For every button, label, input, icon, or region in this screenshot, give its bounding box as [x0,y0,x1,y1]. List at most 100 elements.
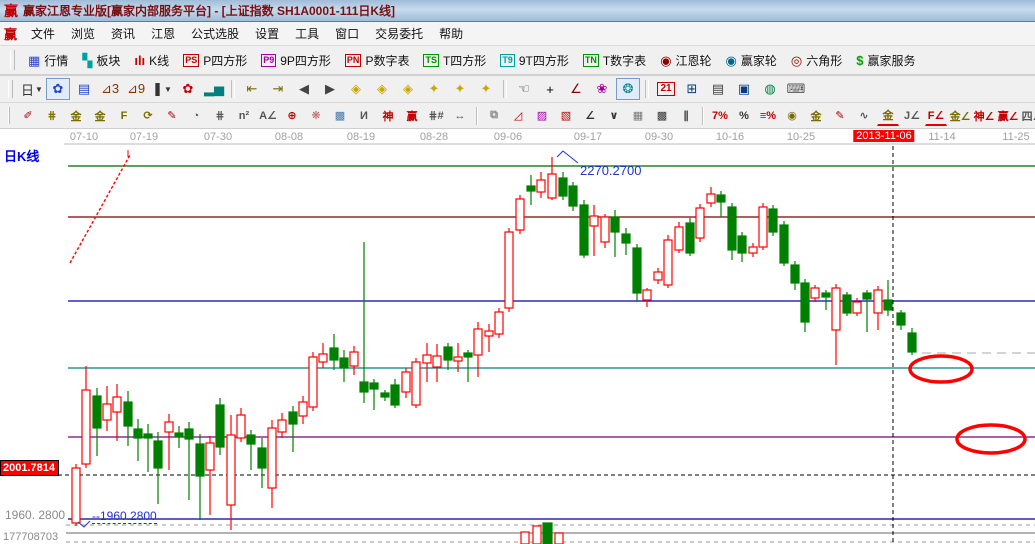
a-angle-icon[interactable]: A∠ [257,106,279,126]
save-icon[interactable]: ▣ [732,78,756,100]
pen-ruler-icon[interactable]: ✎ [161,106,183,126]
menu-item-6[interactable]: 工具 [287,22,327,45]
calendar-icon[interactable]: 21 [654,78,678,100]
candle-style-dropdown[interactable]: ❚▼ [150,78,174,100]
menu-item-0[interactable]: 文件 [23,22,63,45]
gold-ruler1-icon[interactable]: 金 [65,106,87,126]
win-angle-icon[interactable]: 赢∠ [997,106,1019,126]
fan-box-icon[interactable]: ▨ [531,106,553,126]
pen-lines-icon[interactable]: ✎ [829,106,851,126]
parallel-lines-icon[interactable]: ∥ [675,106,697,126]
menu-item-1[interactable]: 浏览 [63,22,103,45]
target-circle-icon[interactable]: ⊕ [281,106,303,126]
period-day-dropdown[interactable]: 日▼ [20,78,44,100]
chart-drawing-layer[interactable] [0,129,1035,544]
crosshair-icon[interactable]: + [538,78,562,100]
menu-item-3[interactable]: 江恩 [143,22,183,45]
box-lines-icon[interactable]: ▧ [555,106,577,126]
sectors-button[interactable]: ▚板块 [75,50,127,71]
winner-wheel-button[interactable]: ◉赢家轮 [719,50,784,71]
seven-percent-icon[interactable]: 7% [709,106,731,126]
app-window: 赢 赢家江恩专业版[赢家内部服务平台] - [上证指数 SH1A0001-111… [0,0,1035,544]
info-doc-icon[interactable]: ▤ [72,78,96,100]
f-angle-icon[interactable]: F∠ [925,105,947,126]
web-box-icon[interactable]: ▩ [329,106,351,126]
measure-span-icon[interactable]: ↔ [449,106,471,126]
j-angle-icon[interactable]: J∠ [901,106,923,126]
time-cycle-icon[interactable]: ◔ [185,106,207,126]
grid-ruler-icon[interactable]: ⋕ [209,106,231,126]
menu-item-2[interactable]: 资讯 [103,22,143,45]
menu-item-8[interactable]: 交易委托 [367,22,431,45]
grid-box-icon[interactable]: ▩ [651,106,673,126]
ruler-123-icon[interactable]: ⋕# [425,106,447,126]
title-bar[interactable]: 赢 赢家江恩专业版[赢家内部服务平台] - [上证指数 SH1A0001-111… [0,0,1035,22]
win-ruler-icon[interactable]: 赢 [401,106,423,126]
calculator-icon[interactable]: ⊞ [680,78,704,100]
compress-y-icon[interactable]: ◈ [396,78,420,100]
minute9-chart-icon[interactable]: ⊿9 [124,78,148,100]
menu-item-7[interactable]: 窗口 [327,22,367,45]
shen-angle-icon[interactable]: 神∠ [973,106,995,126]
fib-ruler-icon[interactable]: F [113,106,135,126]
compress-x-icon[interactable]: ◈ [344,78,368,100]
jump-start-icon[interactable]: ⇤ [240,78,264,100]
pattern-tool-icon[interactable]: ❂ [616,78,640,100]
rect-tool-icon[interactable]: ⧉ [483,106,505,126]
histogram-icon[interactable]: ▂▅ [202,78,226,100]
scroll-left-icon[interactable]: ◀ [292,78,316,100]
web-share-icon[interactable]: ◍ [758,78,782,100]
spiral-tool-icon[interactable]: ⟳ [137,106,159,126]
menu-item-4[interactable]: 公式选股 [183,22,247,45]
ninep-square-button[interactable]: P99P四方形 [254,50,338,71]
remote-client-icon[interactable]: ⌨ [784,78,808,100]
t-square-button[interactable]: TST四方形 [416,50,493,71]
kline-chart-canvas[interactable]: 07-1007-1907-3008-0808-1908-2809-0609-17… [0,129,1035,544]
notes-icon[interactable]: ▤ [706,78,730,100]
gann-pattern-icon[interactable]: ✿ [46,78,70,100]
gold-underline-icon[interactable]: 金 [877,105,899,126]
gold-angle-icon[interactable]: 金∠ [949,106,971,126]
quotes-button[interactable]: ▦行情 [21,50,75,71]
zoom-in-icon[interactable]: ✦ [448,78,472,100]
wave-mark-icon[interactable]: И [353,106,375,126]
restore-rights-icon[interactable]: ✿ [176,78,200,100]
grid-dots-icon[interactable]: ▦ [627,106,649,126]
flower-tool-icon[interactable]: ❀ [590,78,614,100]
gann-wheel-button[interactable]: ◉江恩轮 [653,50,718,71]
t-number-table-button[interactable]: TNT数字表 [576,50,653,71]
minute3-chart-icon[interactable]: ⊿3 [98,78,122,100]
shen-ruler-icon[interactable]: 神 [377,106,399,126]
menu-item-5[interactable]: 设置 [247,22,287,45]
winner-service-button[interactable]: $赢家服务 [849,50,922,71]
p-number-table-button[interactable]: PNP数字表 [338,50,417,71]
date-tick: 10-16 [716,131,744,143]
gold-circle-icon[interactable]: ◉ [781,106,803,126]
date-tick: 07-10 [70,131,98,143]
four-angle-icon[interactable]: 四∠ [1021,106,1035,126]
spiral-web-icon[interactable]: ❋ [305,106,327,126]
n-square-icon[interactable]: n² [233,106,255,126]
ninet-square-button[interactable]: T99T四方形 [493,50,576,71]
zoom-all-icon[interactable]: ✦ [422,78,446,100]
percent-lines-icon[interactable]: ≡% [757,106,779,126]
hexagon-button[interactable]: ◎六角形 [784,50,849,71]
jump-end-icon[interactable]: ⇥ [266,78,290,100]
angle-measure-icon[interactable]: ∠ [564,78,588,100]
p-square-button[interactable]: PSP四方形 [176,50,254,71]
kline-button[interactable]: ılıK线 [127,50,176,71]
menu-item-9[interactable]: 帮助 [431,22,471,45]
zoom-out-icon[interactable]: ✦ [474,78,498,100]
scroll-right-icon[interactable]: ▶ [318,78,342,100]
gold-lines-icon[interactable]: 金 [805,106,827,126]
vee-lines-icon[interactable]: ∨ [603,106,625,126]
percent-icon[interactable]: % [733,106,755,126]
brush-tool-icon[interactable]: ✐ [17,106,39,126]
drag-hand-icon[interactable]: ☜ [512,78,536,100]
ruler-tool-icon[interactable]: ⋕ [41,106,63,126]
gann-fan-icon[interactable]: ◿ [507,106,529,126]
gold-ruler2-icon[interactable]: 金 [89,106,111,126]
angle-lines-icon[interactable]: ∠ [579,106,601,126]
wave-lines-icon[interactable]: ∿ [853,106,875,126]
expand-x-icon[interactable]: ◈ [370,78,394,100]
